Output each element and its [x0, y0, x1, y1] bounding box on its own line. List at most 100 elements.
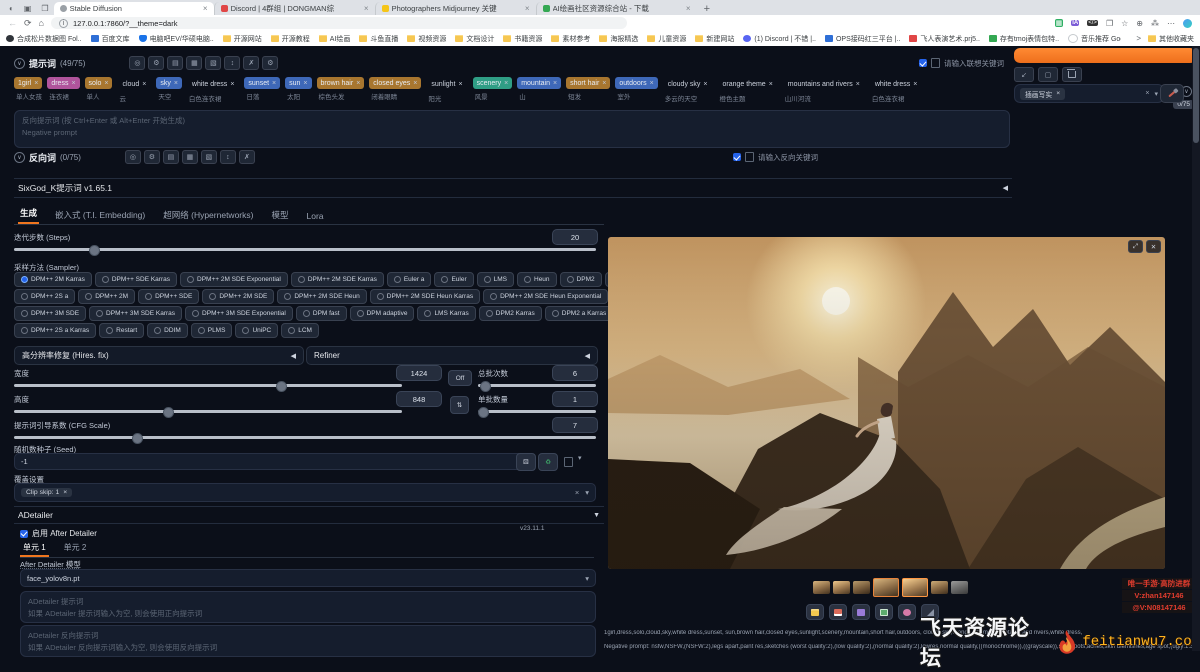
main-tab[interactable]: 嵌入式 (T.I. Embedding)	[53, 206, 147, 224]
sampler-option[interactable]: DPM++ 2M SDE Exponential	[180, 272, 288, 287]
sampler-option[interactable]: DPM++ 2M Karras	[14, 272, 92, 287]
remove-tag-icon[interactable]: ×	[174, 80, 178, 87]
prompt-tool-icon[interactable]: ⚙	[148, 56, 164, 70]
sampler-option[interactable]: LMS Karras	[417, 306, 475, 321]
height-slider[interactable]	[14, 410, 402, 413]
steps-value[interactable]: 20	[552, 229, 598, 245]
page-scrollbar[interactable]	[1192, 46, 1200, 651]
swap-dimensions-button[interactable]: ⇅	[450, 396, 469, 414]
adetailer-unit-tab[interactable]: 单元 1	[20, 540, 49, 557]
batch-size-value[interactable]: 1	[552, 391, 598, 407]
remove-tag-icon[interactable]: ×	[34, 80, 38, 87]
sampler-option[interactable]: DPM adaptive	[350, 306, 415, 321]
tag-chip[interactable]: solo ×	[85, 77, 113, 89]
negative-tool-icon[interactable]: ▧	[201, 150, 217, 164]
accordion-arrow-icon[interactable]: ◀	[1003, 184, 1008, 192]
remove-tag-icon[interactable]: ×	[703, 81, 707, 88]
browser-extension-icon[interactable]: </>	[1087, 20, 1098, 26]
remove-tag-icon[interactable]: ×	[71, 80, 75, 87]
bookmark-item[interactable]: 新建网站	[695, 34, 734, 44]
autocomplete-toggle[interactable]: 请输入联想关键词	[919, 58, 1004, 69]
prompt-tag[interactable]: white dress × 白色连衣裙	[187, 77, 240, 103]
browser-extension-icon[interactable]: ●	[1183, 19, 1192, 28]
slider-thumb[interactable]	[478, 407, 489, 418]
remove-tag-icon[interactable]: ×	[504, 80, 508, 87]
tab-close-icon[interactable]: ×	[364, 4, 369, 13]
prompt-tag[interactable]: dress × 连衣裙	[47, 77, 79, 101]
slider-thumb[interactable]	[480, 381, 491, 392]
sampler-option[interactable]: DPM++ 2S a	[14, 289, 75, 304]
remove-tag-icon[interactable]: ×	[553, 80, 557, 87]
sampler-option[interactable]: LCM	[281, 323, 319, 338]
browser-extension-icon[interactable]: ⋯	[1167, 19, 1175, 28]
batch-size-slider[interactable]	[478, 410, 596, 413]
tag-chip[interactable]: sky ×	[156, 77, 182, 89]
scrollbar-thumb[interactable]	[1193, 48, 1199, 143]
main-tab[interactable]: 超网络 (Hypernetworks)	[161, 206, 255, 224]
browser-tab[interactable]: Photographers Midjourney 关键 ×	[375, 2, 536, 15]
remove-tag-icon[interactable]: ×	[459, 81, 463, 88]
remove-tag-icon[interactable]: ×	[303, 80, 307, 87]
bookmark-item[interactable]: 存有tmoj表情包特..	[989, 34, 1059, 44]
tag-chip[interactable]: white dress ×	[870, 77, 923, 91]
trash-icon[interactable]	[1062, 67, 1082, 82]
save-image-icon[interactable]	[829, 604, 847, 620]
remove-chip-icon[interactable]: ×	[1056, 90, 1060, 97]
thumbnail-selected[interactable]	[902, 578, 928, 597]
checkbox-checked-icon[interactable]	[733, 153, 741, 161]
seed-input[interactable]: -1	[14, 453, 524, 470]
remove-tag-icon[interactable]: ×	[602, 80, 606, 87]
send-to-inpaint-icon[interactable]	[898, 604, 916, 620]
sampler-option[interactable]: UniPC	[235, 323, 278, 338]
slider-thumb[interactable]	[276, 381, 287, 392]
sampler-option[interactable]: Heun	[517, 272, 557, 287]
prompt-tool-icon[interactable]: ✗	[243, 56, 259, 70]
tag-chip[interactable]: closed eyes ×	[369, 77, 421, 89]
batch-count-slider[interactable]	[478, 384, 596, 387]
home-icon[interactable]: ⌂	[39, 18, 44, 28]
prompt-tool-icon[interactable]: ▦	[186, 56, 202, 70]
browser-extension-icon[interactable]: IA	[1071, 20, 1079, 26]
paste-params-icon[interactable]: ↙	[1014, 67, 1034, 82]
tag-chip[interactable]: dress ×	[47, 77, 79, 89]
tag-chip[interactable]: cloudy sky ×	[663, 77, 713, 91]
steps-slider[interactable]	[14, 248, 596, 251]
tab-actions-icon[interactable]: ❒	[41, 4, 48, 13]
tag-chip[interactable]: 1girl ×	[14, 77, 42, 89]
width-slider[interactable]	[14, 384, 402, 387]
thumbnail-selected[interactable]	[873, 578, 899, 597]
tag-chip[interactable]: mountain ×	[517, 77, 561, 89]
prompt-tag[interactable]: outdoors × 室外	[615, 77, 657, 101]
apply-style-brush-icon[interactable]	[1160, 84, 1184, 103]
sampler-option[interactable]: DPM2 a Karras	[545, 306, 613, 321]
workspace-icon[interactable]: ▣	[24, 4, 32, 13]
thumbnail[interactable]	[853, 581, 870, 594]
prompt-tag[interactable]: white dress × 白色连衣裙	[870, 77, 923, 103]
tag-chip[interactable]: sun ×	[285, 77, 311, 89]
bookmarks-chevron-icon[interactable]: >	[1136, 34, 1141, 43]
open-folder-icon[interactable]	[806, 604, 824, 620]
bookmark-item[interactable]: (1) Discord | 不错 |..	[743, 34, 816, 44]
url-field[interactable]: i 127.0.0.1:7860/?__theme=dark	[51, 17, 627, 29]
sampler-option[interactable]: DPM++ 3M SDE Karras	[89, 306, 182, 321]
sampler-option[interactable]: DPM++ 2S a Karras	[14, 323, 96, 338]
tab-close-icon[interactable]: ×	[525, 4, 530, 13]
prompt-tag[interactable]: solo × 单人	[85, 77, 113, 101]
remove-chip-icon[interactable]: ×	[63, 489, 67, 496]
prompt-tag[interactable]: short hair × 短发	[566, 77, 610, 101]
prompt-tag[interactable]: 1girl × 单人女孩	[14, 77, 42, 101]
tag-chip[interactable]: brown hair ×	[317, 77, 365, 89]
sampler-option[interactable]: LMS	[477, 272, 514, 287]
prompt-tag[interactable]: closed eyes × 闭着眼睛	[369, 77, 421, 101]
prompt-tag[interactable]: orange theme × 橙色主题	[718, 77, 778, 103]
generated-image[interactable]: ⤢ ✕	[608, 237, 1165, 569]
prompt-tag[interactable]: sunset × 日落	[244, 77, 280, 101]
remove-tag-icon[interactable]: ×	[413, 80, 417, 87]
sampler-option[interactable]: DPM++ 2M SDE Heun Karras	[370, 289, 480, 304]
negative-tool-icon[interactable]: ◎	[125, 150, 141, 164]
new-tab-button[interactable]: +	[704, 3, 710, 15]
prompt-tool-icon[interactable]: ▧	[205, 56, 221, 70]
thumbnail[interactable]	[833, 581, 850, 594]
adetailer-unit-tab[interactable]: 单元 2	[61, 540, 90, 557]
styles-dropdown[interactable]: 插画写实 × × ▾	[1014, 84, 1164, 103]
